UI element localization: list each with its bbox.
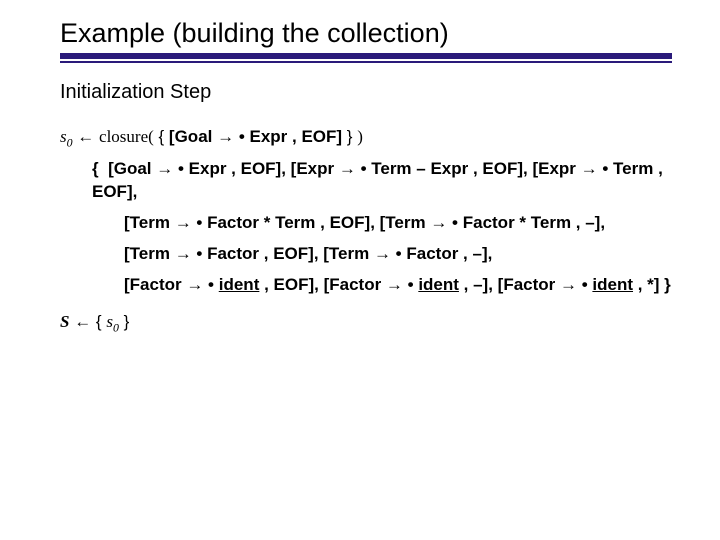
items-open-brace: {	[92, 159, 99, 178]
closure-word: closure(	[99, 127, 154, 146]
page-title: Example (building the collection)	[60, 18, 672, 49]
title-rule-thin	[60, 61, 672, 63]
items-last-p3: , –], [Factor → •	[459, 275, 592, 294]
subhead: Initialization Step	[60, 81, 672, 104]
s-assign-arrow: ←	[69, 312, 95, 331]
s0-var: s	[60, 127, 67, 146]
set-open: {	[154, 127, 169, 146]
set-close: }	[342, 127, 357, 146]
item-set-line-2: [Term → • Factor * Term , EOF], [Term → …	[60, 212, 672, 235]
s0-var-2: s	[106, 312, 113, 331]
paren-close: )	[357, 127, 363, 146]
ident-2: ident	[418, 275, 459, 294]
s-set-open: {	[96, 312, 106, 331]
item-set-line-4: [Factor → • ident , EOF], [Factor → • id…	[60, 274, 672, 297]
s0-closure-line: s0 ← closure( { [Goal → • Expr , EOF] } …	[60, 126, 672, 150]
items-row-0: [Goal → • Expr , EOF], [Expr → • Term – …	[92, 159, 663, 201]
s-set-close: }	[119, 312, 129, 331]
assign-arrow: ←	[73, 127, 99, 146]
items-last-p2: , EOF], [Factor → •	[259, 275, 418, 294]
ident-1: ident	[219, 275, 260, 294]
items-last-p4: , *] }	[633, 275, 671, 294]
item-set-line-1: { [Goal → • Expr , EOF], [Expr → • Term …	[60, 158, 672, 204]
closure-item: [Goal → • Expr , EOF]	[169, 127, 342, 146]
title-rule-thick	[60, 53, 672, 59]
items-last-p1: [Factor → •	[124, 275, 219, 294]
item-set-line-3: [Term → • Factor , EOF], [Term → • Facto…	[60, 243, 672, 266]
s-assign-line: S ← { s0 }	[60, 311, 672, 335]
ident-3: ident	[592, 275, 633, 294]
